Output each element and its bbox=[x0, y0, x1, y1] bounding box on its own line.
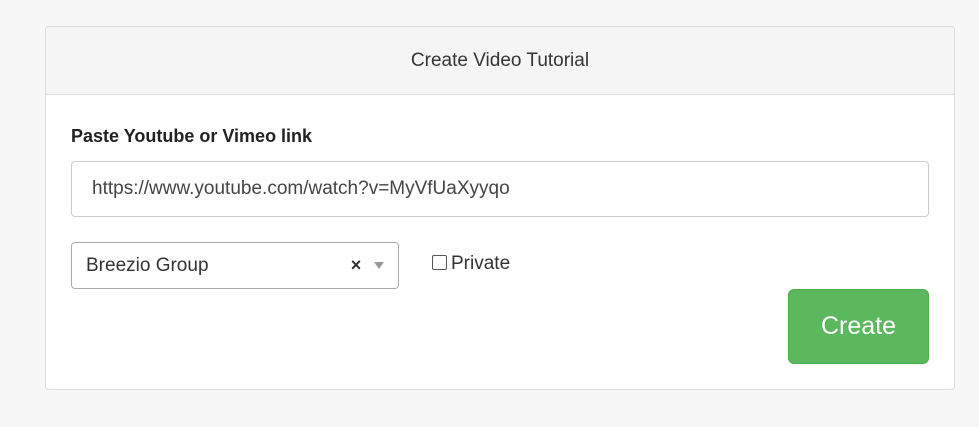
group-select-value: Breezio Group bbox=[86, 254, 209, 276]
chevron-down-icon[interactable] bbox=[374, 262, 384, 269]
private-label: Private bbox=[451, 253, 511, 274]
close-icon[interactable]: × bbox=[346, 255, 366, 276]
create-video-tutorial-panel: Create Video Tutorial Paste Youtube or V… bbox=[45, 26, 955, 390]
private-option[interactable]: Private bbox=[432, 253, 510, 275]
link-field-label: Paste Youtube or Vimeo link bbox=[71, 126, 313, 146]
private-checkbox[interactable] bbox=[432, 254, 447, 270]
panel-header: Create Video Tutorial bbox=[46, 27, 954, 95]
panel-title: Create Video Tutorial bbox=[410, 49, 590, 71]
create-button[interactable]: Create bbox=[788, 289, 929, 364]
group-select[interactable]: Breezio Group × bbox=[71, 242, 399, 289]
video-link-input[interactable] bbox=[71, 161, 929, 217]
